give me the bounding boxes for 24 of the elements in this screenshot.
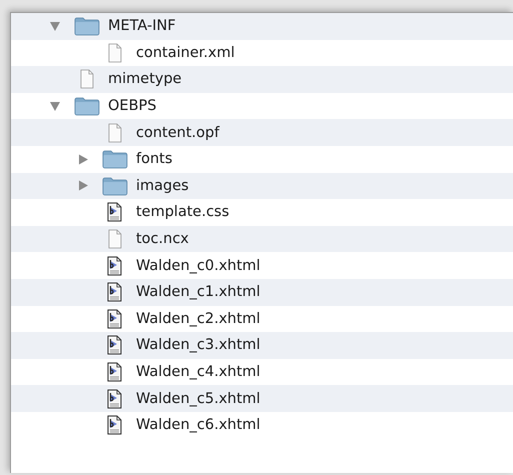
file-name[interactable]: Walden_c2.xhtml	[136, 310, 260, 327]
folder-icon	[102, 149, 128, 170]
file-name[interactable]: toc.ncx	[136, 231, 189, 248]
expanded-triangle-icon[interactable]	[49, 20, 61, 32]
file-name[interactable]: Walden_c1.xhtml	[136, 284, 260, 300]
file-name[interactable]: fonts	[136, 151, 172, 168]
expanded-triangle-icon[interactable]	[49, 100, 61, 112]
folder-icon	[102, 176, 128, 196]
file-name[interactable]: images	[136, 178, 189, 194]
folder-icon	[74, 96, 100, 116]
file-name[interactable]: META-INF	[108, 18, 176, 34]
file-name[interactable]: mimetype	[108, 71, 182, 88]
file-name[interactable]: Walden_c4.xhtml	[136, 364, 260, 380]
collapsed-triangle-icon[interactable]	[77, 154, 89, 165]
file-name[interactable]: container.xml	[136, 44, 235, 61]
file-name[interactable]: Walden_c3.xhtml	[136, 337, 260, 354]
file-name[interactable]: Walden_c0.xhtml	[136, 258, 260, 274]
file-name[interactable]: Walden_c6.xhtml	[136, 417, 260, 434]
file-name[interactable]: Walden_c5.xhtml	[136, 390, 260, 407]
file-name[interactable]: template.css	[136, 204, 230, 220]
file-name[interactable]: OEBPS	[108, 98, 156, 114]
collapsed-triangle-icon[interactable]	[77, 180, 89, 192]
folder-icon	[74, 16, 100, 36]
file-name[interactable]: content.opf	[136, 124, 220, 141]
